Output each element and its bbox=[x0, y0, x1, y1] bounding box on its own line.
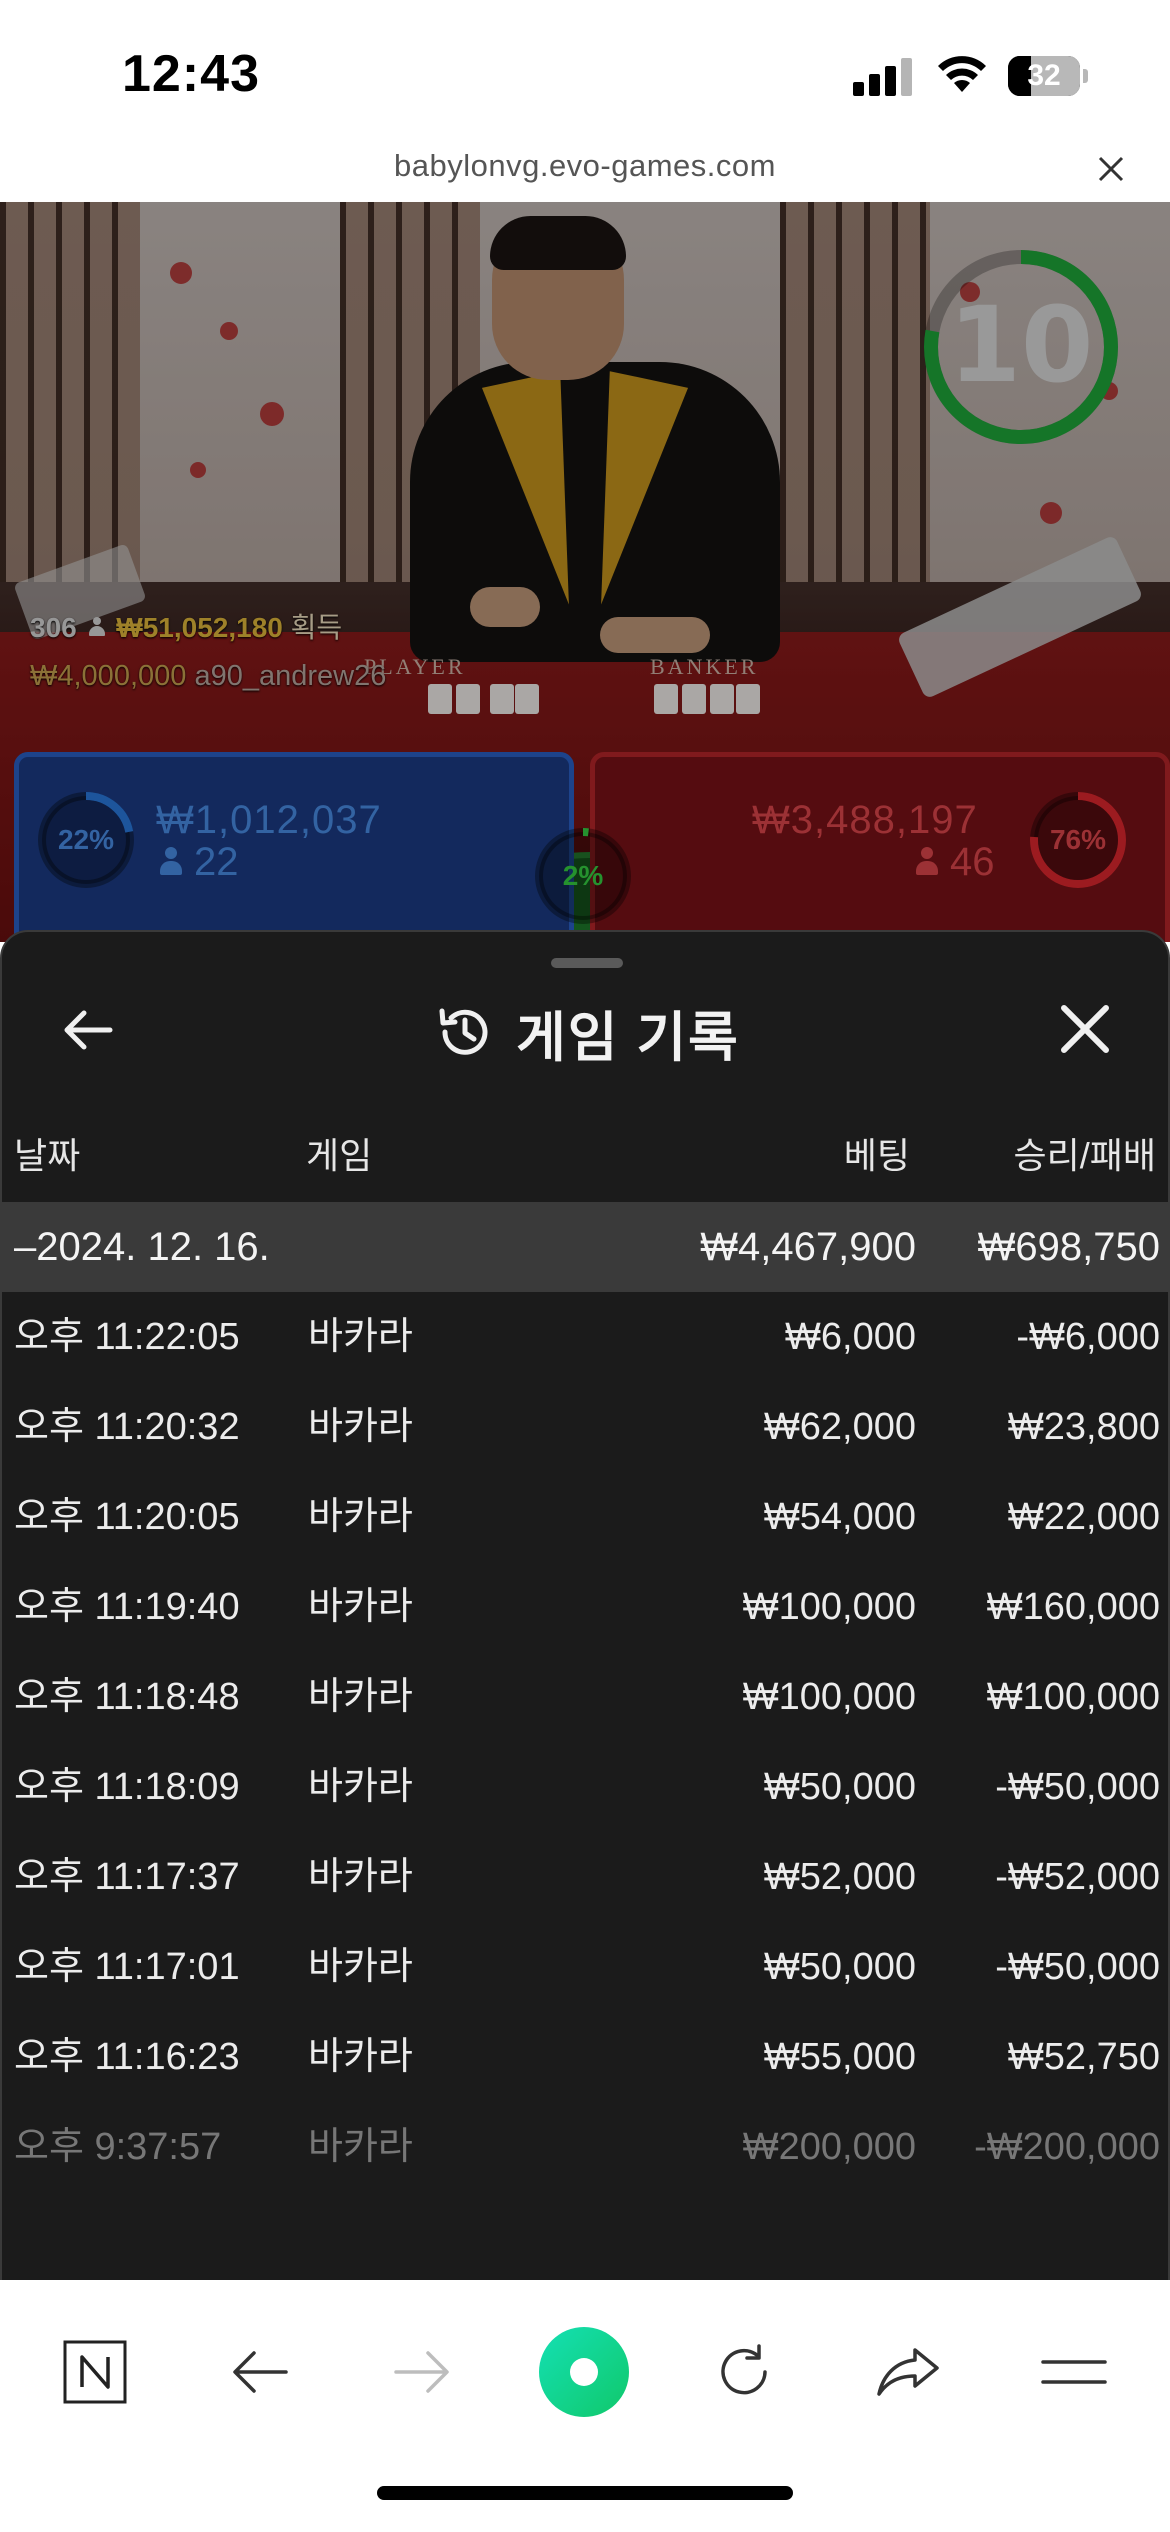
table-row[interactable]: 오후 9:37:57 바카라 ₩200,000 -₩200,000 bbox=[2, 2102, 1168, 2192]
back-arrow-icon[interactable] bbox=[220, 2332, 300, 2412]
row-game: 바카라 bbox=[308, 1766, 413, 1808]
row-bet: ₩100,000 bbox=[742, 1586, 916, 1628]
row-time: 오후 11:20:05 bbox=[14, 1496, 240, 1538]
live-game-view: PLAYER BANKER 10 306 ₩51,052,180 획득 ₩4,0… bbox=[0, 202, 1170, 942]
status-bar: 12:43 32 bbox=[0, 0, 1170, 140]
table-row[interactable]: 오후 11:17:37 바카라 ₩52,000 -₩52,000 bbox=[2, 1832, 1168, 1922]
row-result: -₩6,000 bbox=[1016, 1316, 1160, 1358]
date-group-row[interactable]: –2024. 12. 16. ₩4,467,900 ₩698,750 bbox=[2, 1202, 1168, 1292]
game-history-sheet: 게임 기록 날짜 게임 베팅 승리/패배 –2024. 12. 16. ₩4,4… bbox=[0, 930, 1170, 2280]
row-game: 바카라 bbox=[308, 1406, 413, 1448]
row-game: 바카라 bbox=[308, 2036, 413, 2078]
share-icon[interactable] bbox=[868, 2332, 948, 2412]
row-time: 오후 11:18:09 bbox=[14, 1766, 240, 1808]
row-bet: ₩50,000 bbox=[763, 1766, 916, 1808]
menu-icon[interactable] bbox=[1034, 2332, 1114, 2412]
url-bar[interactable]: babylonvg.evo-games.com bbox=[0, 140, 1170, 202]
row-time: 오후 11:17:01 bbox=[14, 1946, 240, 1988]
row-result: -₩50,000 bbox=[995, 1946, 1160, 1988]
row-time: 오후 11:16:23 bbox=[14, 2036, 240, 2078]
row-time: 오후 11:18:48 bbox=[14, 1676, 240, 1718]
table-row[interactable]: 오후 11:17:01 바카라 ₩50,000 -₩50,000 bbox=[2, 1922, 1168, 2012]
row-game: 바카라 bbox=[308, 1586, 413, 1628]
battery-level: 32 bbox=[1027, 59, 1061, 92]
row-result: -₩50,000 bbox=[995, 1766, 1160, 1808]
group-bet-total: ₩4,467,900 bbox=[700, 1225, 916, 1269]
cellular-signal-icon bbox=[853, 58, 915, 96]
close-icon[interactable] bbox=[1094, 152, 1128, 186]
sheet-header: 게임 기록 bbox=[2, 992, 1168, 1072]
row-game: 바카라 bbox=[308, 1946, 413, 1988]
status-time: 12:43 bbox=[122, 45, 260, 103]
table-row[interactable]: 오후 11:18:09 바카라 ₩50,000 -₩50,000 bbox=[2, 1742, 1168, 1832]
row-bet: ₩55,000 bbox=[763, 2036, 916, 2078]
row-time: 오후 11:22:05 bbox=[14, 1316, 240, 1358]
column-header-game[interactable]: 게임 bbox=[306, 1127, 372, 1179]
table-row[interactable]: 오후 11:20:32 바카라 ₩62,000 ₩23,800 bbox=[2, 1382, 1168, 1472]
row-result: ₩22,000 bbox=[1007, 1496, 1160, 1538]
row-bet: ₩50,000 bbox=[763, 1946, 916, 1988]
close-icon[interactable] bbox=[1058, 1002, 1112, 1056]
refresh-icon[interactable] bbox=[704, 2332, 784, 2412]
row-game: 바카라 bbox=[308, 1496, 413, 1538]
row-bet: ₩200,000 bbox=[742, 2126, 916, 2168]
column-header-bet[interactable]: 베팅 bbox=[844, 1127, 910, 1179]
table-row[interactable]: 오후 11:20:05 바카라 ₩54,000 ₩22,000 bbox=[2, 1472, 1168, 1562]
sheet-drag-handle[interactable] bbox=[551, 958, 623, 968]
group-date: –2024. 12. 16. bbox=[14, 1225, 270, 1269]
table-row[interactable]: 오후 11:18:48 바카라 ₩100,000 ₩100,000 bbox=[2, 1652, 1168, 1742]
row-bet: ₩52,000 bbox=[763, 1856, 916, 1898]
battery-icon: 32 bbox=[1008, 56, 1088, 96]
home-indicator[interactable] bbox=[377, 2486, 793, 2500]
table-row[interactable]: 오후 11:19:40 바카라 ₩100,000 ₩160,000 bbox=[2, 1562, 1168, 1652]
column-header-date[interactable]: 날짜 bbox=[14, 1127, 80, 1179]
row-time: 오후 9:37:57 bbox=[14, 2126, 222, 2168]
row-time: 오후 11:19:40 bbox=[14, 1586, 240, 1628]
url-text[interactable]: babylonvg.evo-games.com bbox=[0, 148, 1170, 184]
row-bet: ₩54,000 bbox=[763, 1496, 916, 1538]
row-game: 바카라 bbox=[308, 1676, 413, 1718]
column-header-result[interactable]: 승리/패배 bbox=[1014, 1127, 1156, 1179]
row-result: -₩200,000 bbox=[974, 2126, 1160, 2168]
row-result: ₩100,000 bbox=[986, 1676, 1160, 1718]
row-result: ₩52,750 bbox=[1007, 2036, 1160, 2078]
overlay-dim bbox=[0, 202, 1170, 942]
row-bet: ₩6,000 bbox=[785, 1316, 916, 1358]
history-icon bbox=[439, 1008, 488, 1055]
forward-arrow-icon[interactable] bbox=[382, 2332, 462, 2412]
row-game: 바카라 bbox=[308, 1316, 413, 1358]
row-game: 바카라 bbox=[308, 2126, 413, 2168]
naver-n-icon[interactable] bbox=[55, 2332, 135, 2412]
row-bet: ₩100,000 bbox=[742, 1676, 916, 1718]
row-result: ₩160,000 bbox=[986, 1586, 1160, 1628]
row-result: ₩23,800 bbox=[1007, 1406, 1160, 1448]
row-time: 오후 11:17:37 bbox=[14, 1856, 240, 1898]
green-dot-icon[interactable] bbox=[538, 2326, 630, 2418]
group-result-total: ₩698,750 bbox=[977, 1225, 1160, 1269]
table-row[interactable]: 오후 11:22:05 바카라 ₩6,000 -₩6,000 bbox=[2, 1292, 1168, 1382]
sheet-title: 게임 기록 bbox=[516, 1007, 740, 1068]
history-table: –2024. 12. 16. ₩4,467,900 ₩698,750 오후 11… bbox=[2, 1202, 1168, 2192]
row-bet: ₩62,000 bbox=[763, 1406, 916, 1448]
row-game: 바카라 bbox=[308, 1856, 413, 1898]
row-time: 오후 11:20:32 bbox=[14, 1406, 240, 1448]
row-result: -₩52,000 bbox=[995, 1856, 1160, 1898]
table-row[interactable]: 오후 11:16:23 바카라 ₩55,000 ₩52,750 bbox=[2, 2012, 1168, 2102]
wifi-icon bbox=[938, 56, 986, 92]
